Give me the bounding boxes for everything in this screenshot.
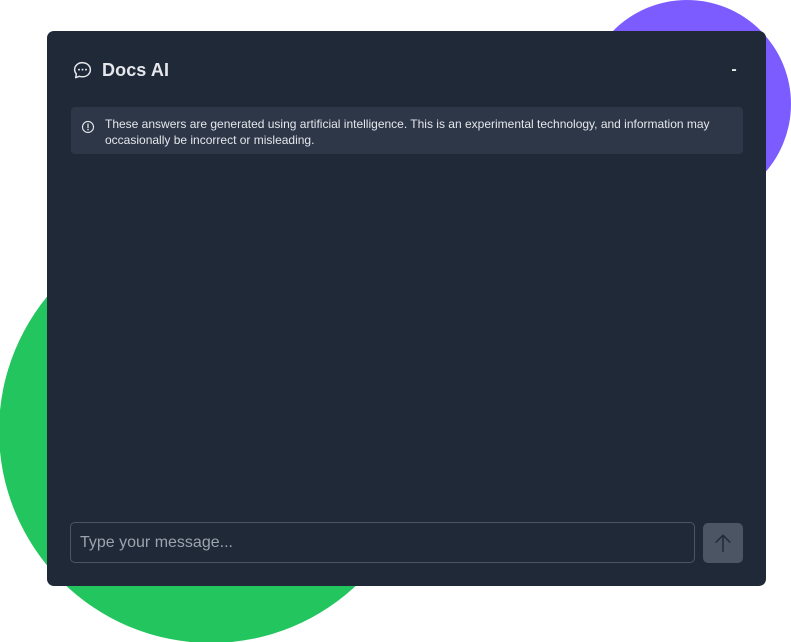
info-circle-icon — [81, 120, 95, 134]
chat-title: Docs AI — [102, 59, 170, 80]
arrow-up-icon — [715, 533, 731, 552]
send-button[interactable] — [703, 522, 743, 563]
disclaimer-text: These answers are generated using artifi… — [105, 117, 710, 147]
chat-bubble-icon — [71, 59, 93, 81]
message-composer — [70, 522, 743, 563]
minimize-button[interactable]: - — [726, 62, 742, 78]
message-input[interactable] — [70, 522, 696, 563]
chat-widget: Docs AI - These answers are generated us… — [47, 31, 766, 586]
chat-header: Docs AI - — [71, 56, 742, 84]
ai-disclaimer-banner: These answers are generated using artifi… — [71, 107, 743, 154]
page-canvas: Docs AI - These answers are generated us… — [0, 0, 791, 642]
